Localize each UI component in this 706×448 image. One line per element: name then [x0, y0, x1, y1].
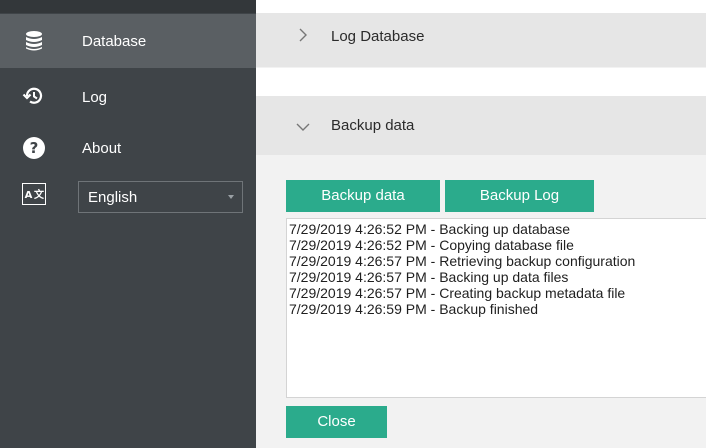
- log-line: 7/29/2019 4:26:59 PM - Backup finished: [289, 301, 539, 317]
- section-header-log-database[interactable]: Log Database: [256, 13, 706, 67]
- section-header-backup-data[interactable]: Backup data: [256, 96, 706, 155]
- main-panel: Log Database Backup data Backup data Bac…: [256, 0, 706, 448]
- backup-data-button[interactable]: Backup data: [286, 180, 440, 212]
- backup-log-button[interactable]: Backup Log: [445, 180, 594, 212]
- log-line: 7/29/2019 4:26:57 PM - Backing up data f…: [289, 269, 569, 285]
- backup-log-output[interactable]: 7/29/2019 4:26:52 PM - Backing up databa…: [286, 218, 706, 398]
- svg-text:?: ?: [30, 139, 39, 157]
- section-title: Backup data: [331, 117, 415, 134]
- main-top-strip: [256, 0, 706, 13]
- section-title: Log Database: [331, 28, 425, 45]
- sidebar-item-database[interactable]: Database: [0, 14, 256, 68]
- log-line: 7/29/2019 4:26:52 PM - Copying database …: [289, 237, 574, 253]
- chevron-down-icon: [228, 195, 234, 199]
- help-icon: ?: [23, 137, 45, 159]
- sidebar: Database Log ? About A 文 English: [0, 0, 256, 448]
- close-button[interactable]: Close: [286, 406, 387, 438]
- svg-text:文: 文: [34, 188, 45, 201]
- sidebar-item-about[interactable]: ? About: [0, 122, 256, 176]
- svg-text:A: A: [25, 190, 33, 201]
- section-gap: [256, 68, 706, 96]
- sidebar-item-label: Database: [82, 33, 147, 50]
- log-line: 7/29/2019 4:26:57 PM - Retrieving backup…: [289, 253, 636, 269]
- translate-icon: A 文: [22, 183, 46, 205]
- database-icon: [26, 31, 42, 51]
- history-icon: [22, 87, 43, 104]
- log-line: 7/29/2019 4:26:52 PM - Backing up databa…: [289, 221, 570, 237]
- sidebar-item-label: About: [82, 140, 122, 157]
- sidebar-item-log[interactable]: Log: [0, 70, 256, 124]
- chevron-right-icon: [299, 28, 307, 42]
- sidebar-top-strip: [0, 0, 256, 13]
- language-select[interactable]: English: [78, 181, 243, 213]
- log-line: 7/29/2019 4:26:57 PM - Creating backup m…: [289, 285, 626, 301]
- language-select-value: English: [88, 189, 138, 206]
- chevron-down-icon: [296, 123, 310, 131]
- sidebar-item-label: Log: [82, 89, 108, 106]
